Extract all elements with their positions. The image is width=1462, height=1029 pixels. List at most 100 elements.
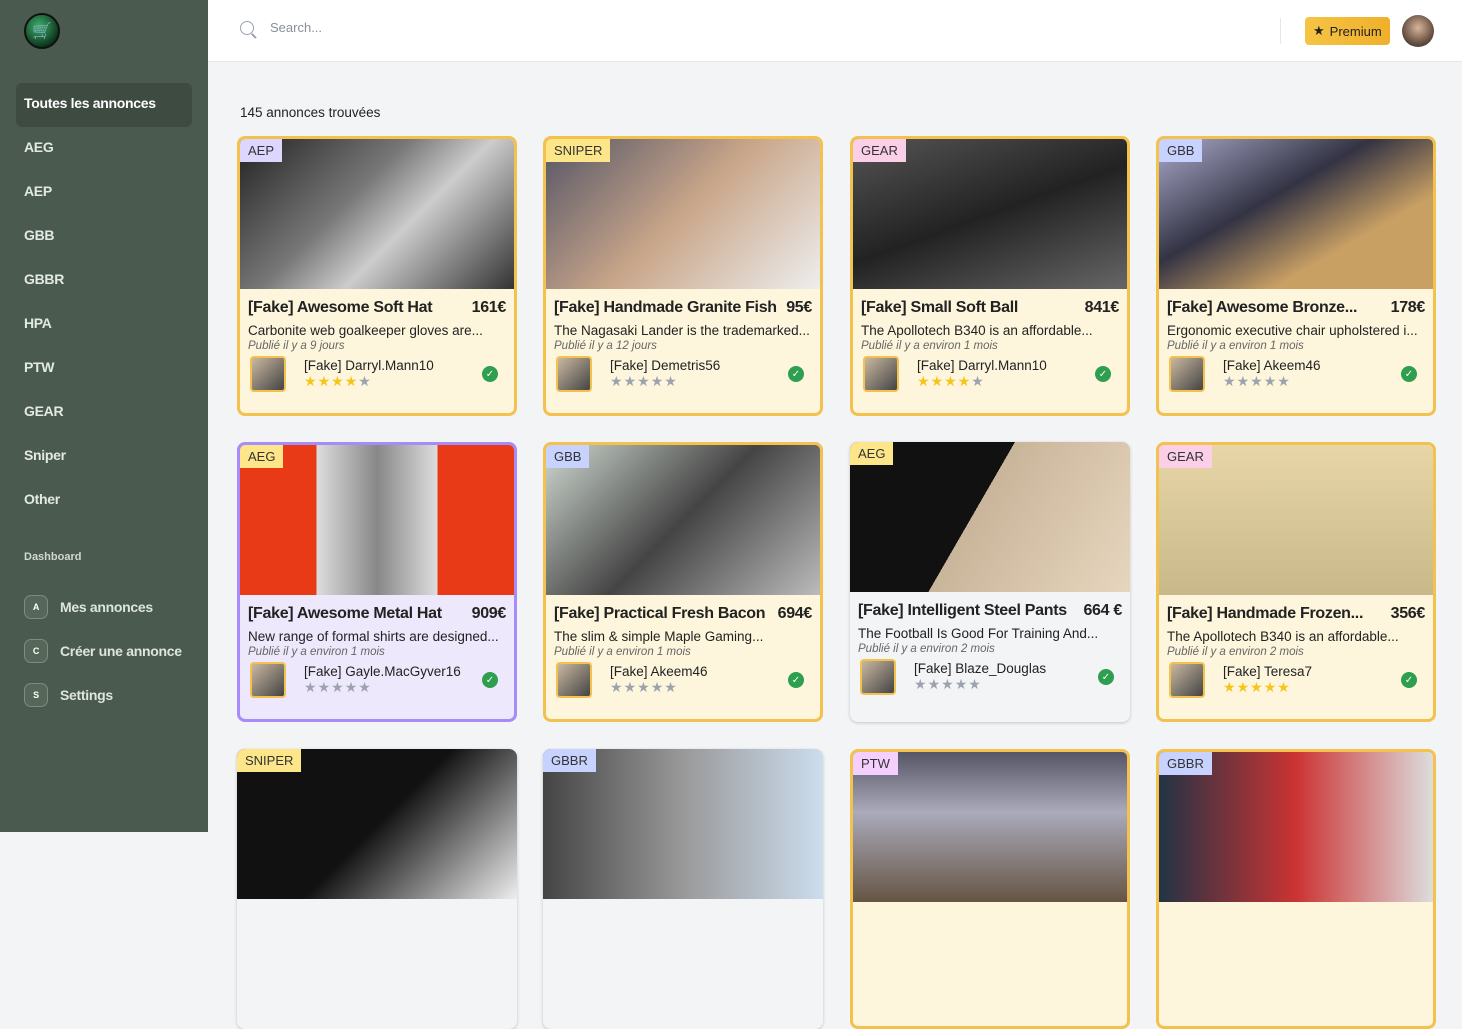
star-icon: ★ [637,373,651,389]
letter-icon: S [24,683,48,707]
listing-image: SNIPER [237,749,517,899]
star-icon: ★ [304,373,318,389]
category-tag: GBB [546,445,590,468]
dashboard-item-label: Créer une annonce [60,643,182,659]
seller-name[interactable]: [Fake] Akeem46 [610,664,708,679]
category-tag: SNIPER [546,139,611,162]
star-icon: ★ [331,373,345,389]
letter-icon: C [24,639,48,663]
shopping-cart-icon[interactable]: 🛒 [24,13,60,49]
star-icon: ★ [1263,679,1278,695]
dashboard-item[interactable]: A Mes annonces [24,585,182,629]
star-icon: ★ [344,373,359,389]
verified-check-icon: ✓ [482,672,498,688]
listing-card[interactable]: AEG [Fake] Awesome Metal Hat 909€ New rang… [237,442,517,722]
seller-avatar [1169,662,1205,698]
listing-card[interactable]: GBBR [1156,749,1436,1029]
star-icon: ★ [358,679,372,695]
star-icon: ★ [623,373,638,389]
verified-check-icon: ✓ [1401,672,1417,688]
listing-card[interactable]: AEP [Fake] Awesome Soft Hat 161€ Carbonite… [237,136,517,416]
listing-card[interactable]: GEAR [Fake] Handmade Frozen... 356€ The Ap… [1156,442,1436,722]
listing-image: GBBR [543,749,823,899]
category-tag: GEAR [853,139,906,162]
seller-rating: ★★★★★ [304,679,461,696]
listing-card[interactable]: GBB [Fake] Practical Fresh Bacon 694€ The … [543,442,823,722]
seller-name[interactable]: [Fake] Demetris56 [610,358,720,373]
listing-image: AEG [850,442,1130,592]
star-icon: ★ [1313,23,1325,38]
seller-avatar [556,356,592,392]
sidebar-item-hpa[interactable]: HPA [16,303,192,347]
results-count: 145 annonces trouvées [240,105,381,120]
seller-rating: ★★★★★ [914,676,1046,693]
listing-description: The Football Is Good For Training And... [858,626,1099,641]
sidebar-item-other[interactable]: Other [16,479,192,523]
dashboard-item[interactable]: C Créer une annonce [24,629,182,673]
star-icon: ★ [944,373,958,389]
listing-date: Publié il y a environ 1 mois [554,646,691,658]
seller-name[interactable]: [Fake] Blaze_Douglas [914,661,1046,676]
seller-name[interactable]: [Fake] Darryl.Mann10 [917,358,1047,373]
seller: [Fake] Blaze_Douglas ★★★★★ ✓ [858,659,1122,695]
listing-description: The slim & simple Maple Gaming... [554,629,764,644]
sidebar-item-gear[interactable]: GEAR [16,391,192,435]
star-icon: ★ [1250,373,1264,389]
listing-date: Publié il y a 12 jours [554,340,657,352]
verified-check-icon: ✓ [482,366,498,382]
search-input[interactable] [270,20,870,35]
listing-card[interactable]: SNIPER [237,749,517,1029]
listing-card[interactable]: AEG [Fake] Intelligent Steel Pants 664 € T… [850,442,1130,722]
category-tag: AEP [240,139,283,162]
star-icon: ★ [650,679,665,695]
listing-image: PTW [853,752,1127,902]
sidebar-item-aeg[interactable]: AEG [16,127,192,171]
listing-price: 161€ [471,299,507,316]
listing-price: 178€ [1390,299,1426,316]
sidebar-item-gbbr[interactable]: GBBR [16,259,192,303]
listing-title: [Fake] Handmade Granite Fish [554,299,777,316]
sidebar-item-sniper[interactable]: Sniper [16,435,192,479]
letter-icon: A [24,595,48,619]
sidebar-item-ptw[interactable]: PTW [16,347,192,391]
star-icon: ★ [610,373,624,389]
listing-date: Publié il y a environ 1 mois [1167,340,1304,352]
listing-card[interactable]: GBB [Fake] Awesome Bronze... 178€ Ergonomi… [1156,136,1436,416]
seller-avatar [1169,356,1205,392]
seller-name[interactable]: [Fake] Teresa7 [1223,664,1312,679]
listing-card[interactable]: SNIPER [Fake] Handmade Granite Fish 95€ Th… [543,136,823,416]
star-icon: ★ [331,679,345,695]
seller-name[interactable]: [Fake] Darryl.Mann10 [304,358,434,373]
seller-rating: ★★★★★ [610,373,720,390]
seller-avatar [860,659,896,695]
search-icon [240,21,254,35]
sidebar-item-gbb[interactable]: GBB [16,215,192,259]
star-icon: ★ [957,373,972,389]
listing-date: Publié il y a environ 1 mois [248,646,385,658]
category-tag: GBB [1159,139,1203,162]
dashboard-nav: A Mes annonces C Créer une annonce S Settings [24,585,182,717]
seller-avatar [863,356,899,392]
dashboard-item[interactable]: S Settings [24,673,182,717]
listing-description: The Apollotech B340 is an affordable... [861,323,1093,338]
listing-card[interactable]: GEAR [Fake] Small Soft Ball 841€ The Apoll… [850,136,1130,416]
listing-card[interactable]: PTW [850,749,1130,1029]
seller-avatar [556,662,592,698]
listing-card[interactable]: GBBR [543,749,823,1029]
user-avatar[interactable] [1402,15,1434,47]
seller-name[interactable]: [Fake] Gayle.MacGyver16 [304,664,461,679]
star-icon: ★ [650,373,665,389]
seller-name[interactable]: [Fake] Akeem46 [1223,358,1321,373]
listing-description: The Nagasaki Lander is the trademarked..… [554,323,810,338]
star-icon: ★ [1250,679,1264,695]
premium-button[interactable]: ★ Premium [1305,17,1390,45]
star-icon: ★ [317,679,332,695]
sidebar-item-toutes-les-annonces[interactable]: Toutes les annonces [16,83,192,127]
seller: [Fake] Teresa7 ★★★★★ ✓ [1167,662,1425,698]
seller-rating: ★★★★★ [610,679,708,696]
category-tag: PTW [853,752,898,775]
sidebar-item-aep[interactable]: AEP [16,171,192,215]
listing-price: 694€ [777,605,813,622]
star-icon: ★ [941,676,955,692]
listing-price: 356€ [1390,605,1426,622]
